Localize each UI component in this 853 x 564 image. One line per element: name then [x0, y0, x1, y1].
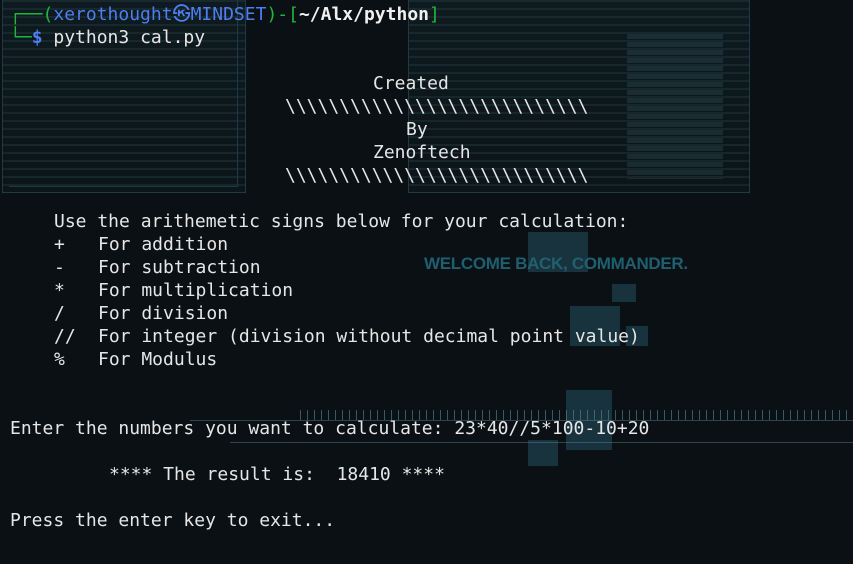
operator-label: For Modulus [98, 349, 218, 370]
input-line: Enter the numbers you want to calculate:… [10, 417, 649, 440]
command-line: └─$ python3 cal.py [10, 26, 205, 49]
banner-slashes: \\\\\\\\\\\\\\\\\\\\\\\\\\\\ [285, 96, 589, 117]
expression-input[interactable]: 23*40//5*100-10+20 [454, 418, 649, 439]
operator-sign: / [54, 303, 65, 324]
prompt-prefix: └─ [10, 27, 32, 48]
operator-label: For division [98, 303, 229, 324]
prompt-bracket: )-[ [266, 4, 299, 25]
prompt-user: xerothought [53, 4, 173, 25]
prompt-line: ┌──(xerothought㉿MINDSET)-[~/Alx/python] [10, 3, 440, 26]
prompt-separator-icon: ㉿ [172, 4, 191, 25]
result-text: **** The result is: 18410 **** [109, 464, 445, 485]
command-text: python3 cal.py [53, 27, 206, 48]
banner-by: By [406, 119, 428, 140]
operator-sign: // [54, 326, 76, 347]
prompt-dollar: $ [31, 27, 43, 48]
operator-label: For subtraction [98, 257, 261, 278]
banner-created: Created [373, 73, 449, 94]
banner-slashes: \\\\\\\\\\\\\\\\\\\\\\\\\\\\ [285, 165, 589, 186]
banner-author: Zenoftech [373, 142, 471, 163]
operator-sign: + [54, 234, 65, 255]
operator-label: For multiplication [98, 280, 294, 301]
operator-sign: % [54, 349, 65, 370]
operator-label: For addition [98, 234, 229, 255]
prompt-bracket: ┌──( [10, 4, 54, 25]
operator-sign: * [54, 280, 65, 301]
prompt-bracket: ] [429, 4, 440, 25]
exit-prompt: Press the enter key to exit... [10, 510, 336, 531]
prompt-host: MINDSET [190, 4, 267, 25]
instructions-heading: Use the arithemetic signs below for your… [54, 211, 629, 232]
terminal[interactable]: ┌──(xerothought㉿MINDSET)-[~/Alx/python] … [0, 0, 853, 564]
prompt-path: ~/Alx/python [298, 4, 429, 25]
operator-label: For integer (division without decimal po… [98, 326, 640, 347]
operator-sign: - [54, 257, 65, 278]
input-prompt: Enter the numbers you want to calculate: [10, 418, 455, 439]
